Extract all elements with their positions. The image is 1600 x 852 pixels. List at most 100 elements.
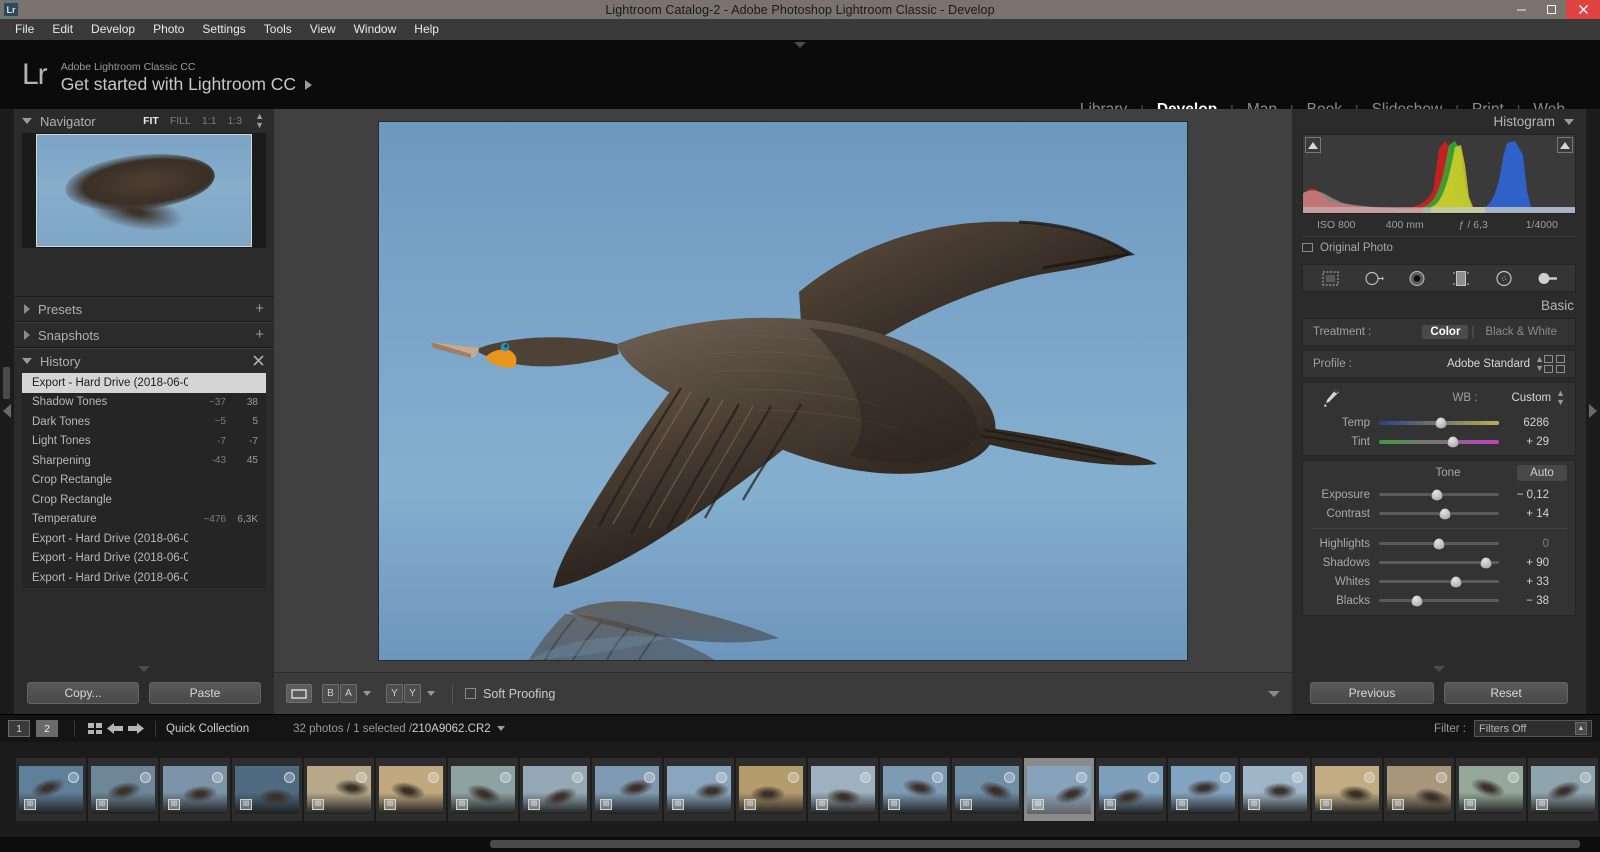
triangle-right-icon[interactable]	[24, 304, 30, 314]
filmstrip-thumbnail[interactable]: ☒	[1528, 758, 1598, 821]
temp-slider[interactable]	[1379, 417, 1499, 428]
radial-filter-icon[interactable]	[1493, 268, 1515, 288]
contrast-slider-knob[interactable]	[1439, 508, 1451, 519]
before-after-menu-icon[interactable]	[363, 691, 371, 696]
thumbnail-flag-icon[interactable]: ☒	[816, 798, 828, 810]
navigator-header[interactable]: Navigator FIT FILL 1:1 1:3 ▲ ▼	[14, 109, 274, 133]
left-panel-scrollbar[interactable]	[3, 367, 10, 399]
filmstrip-thumbnail[interactable]: ☒	[16, 758, 86, 821]
thumbnail-badge-icon[interactable]	[1292, 771, 1303, 783]
menu-develop[interactable]: Develop	[82, 20, 144, 39]
original-photo-row[interactable]: Original Photo	[1302, 236, 1576, 258]
menu-view[interactable]: View	[301, 20, 345, 39]
toolbar-options-icon[interactable]	[1268, 690, 1280, 697]
history-row[interactable]: Light Tones -7 -7	[22, 432, 266, 452]
exposure-value[interactable]: − 0,12	[1499, 489, 1549, 501]
thumbnail-badge-icon[interactable]	[860, 771, 871, 783]
back-arrow-icon[interactable]	[105, 721, 125, 737]
history-list[interactable]: Export - Hard Drive (2018-06-05 07:46:..…	[22, 373, 266, 588]
thumbnail-flag-icon[interactable]: ☒	[1320, 798, 1332, 810]
compare-menu-icon[interactable]	[427, 691, 435, 696]
chevron-right-icon[interactable]	[1589, 404, 1597, 418]
histogram-header[interactable]: Histogram	[1292, 109, 1586, 134]
snapshots-header[interactable]: Snapshots +	[14, 323, 274, 347]
menu-settings[interactable]: Settings	[193, 20, 254, 39]
filmstrip-thumbnail[interactable]: ☒	[592, 758, 662, 821]
thumbnail-flag-icon[interactable]: ☒	[1176, 798, 1188, 810]
menu-tools[interactable]: Tools	[255, 20, 301, 39]
quick-collection-label[interactable]: Quick Collection	[166, 723, 249, 735]
exposure-slider-knob[interactable]	[1431, 489, 1443, 500]
thumbnail-flag-icon[interactable]: ☒	[1104, 798, 1116, 810]
chevron-left-icon[interactable]	[3, 404, 11, 418]
maximize-icon[interactable]	[1536, 0, 1566, 19]
filter-stepper-icon[interactable]: ▲	[1575, 722, 1587, 735]
adjustment-brush-icon[interactable]	[1536, 268, 1558, 288]
thumbnail-badge-icon[interactable]	[1508, 771, 1519, 783]
chevron-right-icon[interactable]	[305, 79, 313, 90]
exposure-slider[interactable]	[1379, 489, 1499, 500]
profile-stepper-icon[interactable]: ▲ ▼	[1535, 355, 1544, 373]
add-snapshot-button[interactable]: +	[255, 327, 264, 342]
filmstrip-thumbnail[interactable]: ☒	[808, 758, 878, 821]
history-row[interactable]: Crop Rectangle	[22, 471, 266, 491]
nav-zoom-stepper-icon[interactable]: ▲ ▼	[255, 112, 264, 130]
header-collapse-arrow[interactable]	[794, 42, 806, 48]
blacks-value[interactable]: − 38	[1499, 595, 1549, 607]
screen-2-button[interactable]: 2	[36, 720, 58, 737]
thumbnail-badge-icon[interactable]	[932, 771, 943, 783]
filmstrip-scrollbar[interactable]	[0, 837, 1600, 852]
triangle-down-icon[interactable]	[22, 358, 32, 364]
highlight-clipping-indicator[interactable]	[1557, 137, 1573, 153]
thumbnail-flag-icon[interactable]: ☒	[600, 798, 612, 810]
spot-removal-icon[interactable]	[1363, 268, 1385, 288]
filmstrip-thumbnail[interactable]: ☒	[664, 758, 734, 821]
nav-zoom-fill[interactable]: FILL	[170, 115, 191, 127]
history-row[interactable]: Export - Hard Drive (2018-06-05 01:08:..…	[22, 568, 266, 588]
filmstrip-thumbnail[interactable]: ☒	[1240, 758, 1310, 821]
contrast-slider[interactable]	[1379, 508, 1499, 519]
temp-value[interactable]: 6286	[1499, 417, 1549, 429]
thumbnail-badge-icon[interactable]	[1436, 771, 1447, 783]
thumbnail-flag-icon[interactable]: ☒	[672, 798, 684, 810]
history-row[interactable]: Sharpening -43 45	[22, 451, 266, 471]
thumbnail-flag-icon[interactable]: ☒	[1464, 798, 1476, 810]
shadows-slider-knob[interactable]	[1480, 557, 1492, 568]
filmstrip-scrollbar-thumb[interactable]	[490, 840, 1580, 848]
red-eye-icon[interactable]	[1406, 268, 1428, 288]
copy-button[interactable]: Copy...	[27, 682, 139, 704]
thumbnail-badge-icon[interactable]	[356, 771, 367, 783]
filmstrip-thumbnail[interactable]: ☒	[448, 758, 518, 821]
compare-y-button-2[interactable]: Y	[404, 684, 421, 703]
filmstrip-thumbnail[interactable]: ☒	[304, 758, 374, 821]
filmstrip-thumbnail[interactable]: ☒	[952, 758, 1022, 821]
white-balance-selector-icon[interactable]	[1313, 385, 1347, 411]
triangle-down-icon[interactable]	[1564, 118, 1574, 125]
filename-dropdown-icon[interactable]	[496, 726, 505, 731]
thumbnail-badge-icon[interactable]	[1148, 771, 1159, 783]
menu-edit[interactable]: Edit	[43, 20, 82, 39]
filmstrip[interactable]: ☒ ☒ ☒ ☒ ☒ ☒ ☒ ☒ ☒ ☒ ☒ ☒ ☒ ☒ ☒ ☒ ☒ ☒ ☒ ☒ ☒ ☒	[0, 742, 1600, 837]
minimize-icon[interactable]	[1506, 0, 1536, 19]
thumbnail-flag-icon[interactable]: ☒	[744, 798, 756, 810]
thumbnail-flag-icon[interactable]: ☒	[312, 798, 324, 810]
thumbnail-flag-icon[interactable]: ☒	[1536, 798, 1548, 810]
thumbnail-flag-icon[interactable]: ☒	[1032, 798, 1044, 810]
history-row[interactable]: Crop Rectangle	[22, 490, 266, 510]
thumbnail-badge-icon[interactable]	[788, 771, 799, 783]
contrast-value[interactable]: + 14	[1499, 508, 1549, 520]
thumbnail-badge-icon[interactable]	[1220, 771, 1231, 783]
filmstrip-thumbnail[interactable]: ☒	[88, 758, 158, 821]
tint-slider[interactable]	[1379, 436, 1499, 447]
triangle-down-icon[interactable]	[22, 118, 32, 124]
thumbnail-badge-icon[interactable]	[1364, 771, 1375, 783]
blacks-slider[interactable]	[1379, 595, 1499, 606]
loupe-view[interactable]	[274, 109, 1292, 672]
grid-view-icon[interactable]	[85, 721, 105, 737]
thumbnail-badge-icon[interactable]	[1076, 771, 1087, 783]
filmstrip-thumbnail[interactable]: ☒	[520, 758, 590, 821]
highlights-value[interactable]: 0	[1499, 538, 1549, 550]
thumbnail-flag-icon[interactable]: ☒	[240, 798, 252, 810]
thumbnail-badge-icon[interactable]	[140, 771, 151, 783]
history-row[interactable]: Export - Hard Drive (2018-06-05 07:46:..…	[22, 373, 266, 393]
